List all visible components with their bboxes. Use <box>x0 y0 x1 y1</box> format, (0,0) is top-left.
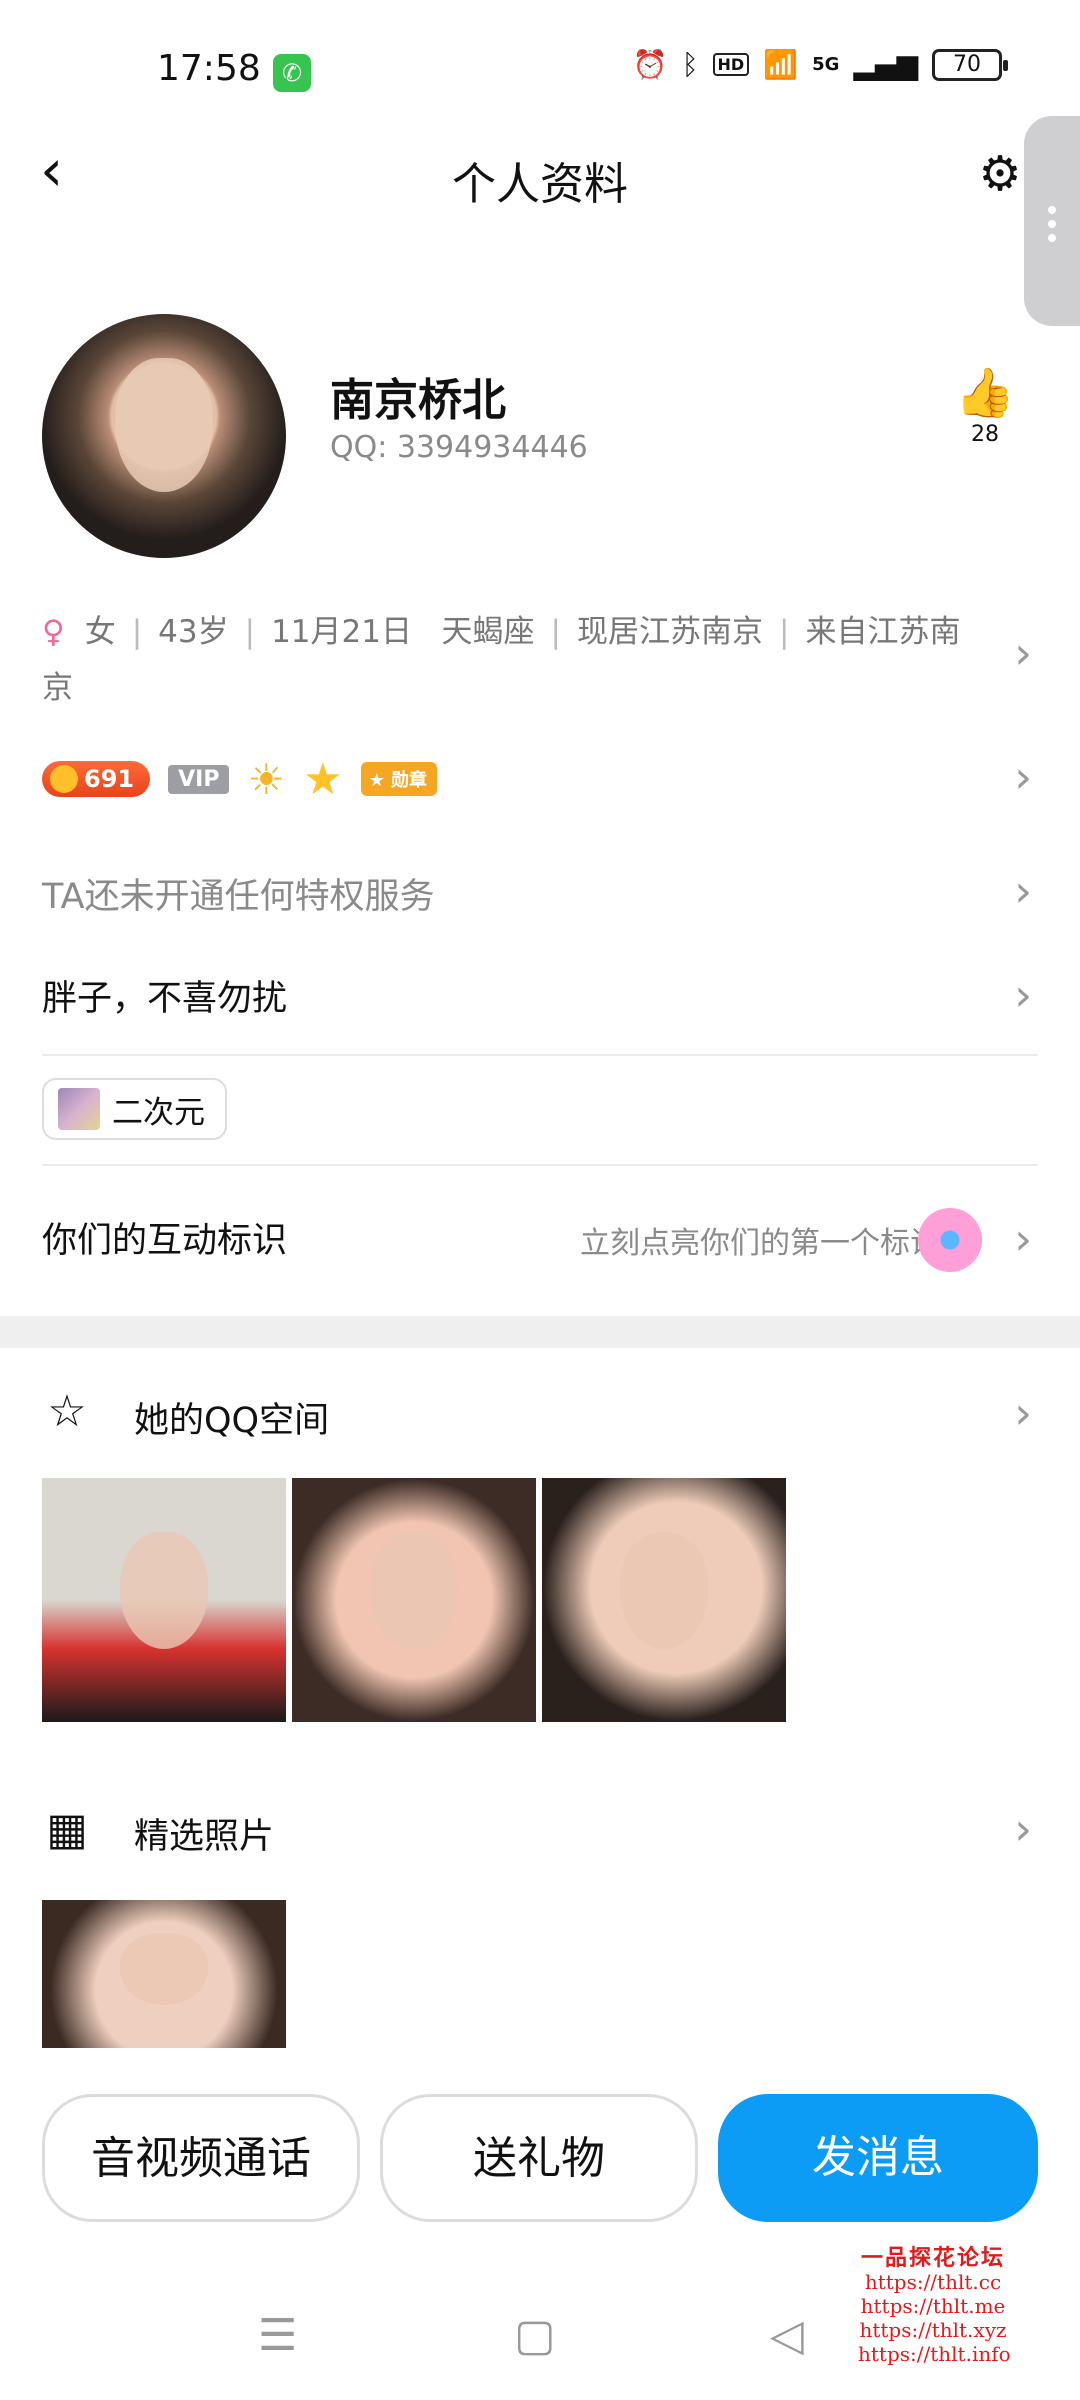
birthday: 11月21日 <box>271 614 412 650</box>
star-outline-icon: ☆ <box>47 1386 87 1437</box>
privilege-row[interactable]: TA还未开通任何特权服务 <box>42 868 435 919</box>
like-button[interactable]: 👍 28 <box>950 366 1020 447</box>
chevron-right-icon: › <box>1014 628 1032 679</box>
star-icon: ★ <box>303 753 343 805</box>
nickname: 南京桥北 <box>330 375 506 426</box>
more-dots-icon <box>1048 206 1056 214</box>
divider <box>42 1054 1038 1056</box>
watermark-url: https://thlt.info <box>858 2342 1011 2366</box>
network-type: 5G <box>812 54 840 75</box>
qq-number: QQ: 3394934446 <box>330 430 588 465</box>
featured-photo[interactable] <box>42 1900 286 2050</box>
watermark-url: https://thlt.me <box>860 2294 1006 2318</box>
sun-icon: ☀ <box>247 754 286 804</box>
interest-tag[interactable]: 二次元 <box>42 1078 227 1140</box>
status-bar: 17:58 ✆ ⏰ ᛒ HD 📶 5G ▂▄▆ 70 <box>0 0 1080 130</box>
badges-row[interactable]: 691 VIP ☀ ★ ★ 勋章 <box>42 753 437 805</box>
level-badge: 691 <box>42 761 151 797</box>
watermark-url: https://thlt.xyz <box>859 2318 1007 2342</box>
signal-icon: ▂▄▆ <box>853 48 918 81</box>
gear-icon[interactable]: ⚙ <box>972 146 1028 202</box>
send-gift-button[interactable]: 送礼物 <box>380 2094 698 2222</box>
watermark-url: https://thlt.cc <box>864 2270 1002 2294</box>
status-icons: ⏰ ᛒ HD 📶 5G ▂▄▆ 70 <box>632 48 1008 81</box>
send-message-button[interactable]: 发消息 <box>718 2094 1038 2222</box>
profile-page: 17:58 ✆ ⏰ ᛒ HD 📶 5G ▂▄▆ 70 ‹ 个人资料 ⚙ 南京桥北… <box>0 0 1080 2400</box>
flower-icon <box>918 1208 982 1272</box>
age: 43岁 <box>158 614 229 650</box>
chevron-right-icon: › <box>1014 752 1032 803</box>
hometown-cont: 京 <box>42 670 73 706</box>
medal-label: 勋章 <box>390 770 427 791</box>
thumbs-up-icon: 👍 <box>955 365 1015 421</box>
avatar[interactable] <box>42 314 286 558</box>
qzone-photo[interactable] <box>292 1478 536 1722</box>
hd-icon: HD <box>712 53 750 76</box>
basic-info-row[interactable]: ♀ 女 | 43岁 | 11月21日 天蝎座 | 现居江苏南京 | 来自江苏南京 <box>42 604 1002 716</box>
hometown: 来自江苏南 <box>805 614 961 650</box>
phone-call-icon: ✆ <box>273 54 311 92</box>
chevron-right-icon: › <box>1014 866 1032 917</box>
back-triangle-icon[interactable]: ◁ <box>770 2310 804 2361</box>
medal-badge: ★ 勋章 <box>360 762 437 796</box>
section-separator <box>0 1316 1080 1348</box>
nav-bar: ‹ 个人资料 ⚙ <box>0 130 1080 220</box>
bluetooth-icon: ᛒ <box>681 48 699 81</box>
level-sun-icon <box>50 765 78 793</box>
grid-icon: ▦ <box>46 1804 88 1855</box>
interaction-hint[interactable]: 立刻点亮你们的第一个标识 <box>580 1218 940 1262</box>
like-count: 28 <box>971 422 999 447</box>
chevron-right-icon: › <box>1014 970 1032 1021</box>
watermark-title: 一品探花论坛 <box>860 2245 1005 2271</box>
tag-label: 二次元 <box>112 1094 205 1131</box>
chevron-right-icon: › <box>1014 1804 1032 1855</box>
qzone-title[interactable]: 她的QQ空间 <box>134 1392 329 1443</box>
profile-header: 南京桥北 QQ: 3394934446 👍 28 <box>42 314 1038 564</box>
chevron-right-icon: › <box>1014 1214 1032 1265</box>
signature-row[interactable]: 胖子，不喜勿扰 <box>42 970 287 1021</box>
tag-image <box>58 1088 100 1130</box>
location: 现居江苏南京 <box>577 614 763 650</box>
interaction-title[interactable]: 你们的互动标识 <box>42 1212 287 1263</box>
vip-badge: VIP <box>168 764 230 794</box>
wifi-icon: 📶 <box>763 48 799 81</box>
divider <box>42 1164 1038 1166</box>
watermark: 一品探花论坛 https://thlt.cc https://thlt.me h… <box>858 2245 1011 2366</box>
video-call-button[interactable]: 音视频通话 <box>42 2094 360 2222</box>
battery-icon: 70 <box>932 48 1008 81</box>
qzone-photo[interactable] <box>42 1478 286 1722</box>
gender: 女 <box>84 614 116 650</box>
home-icon[interactable]: ▢ <box>514 2310 556 2361</box>
chevron-right-icon: › <box>1014 1388 1032 1439</box>
female-icon: ♀ <box>42 614 65 650</box>
menu-icon[interactable]: ☰ <box>258 2310 297 2361</box>
side-drawer-handle[interactable] <box>1024 116 1080 326</box>
level-value: 691 <box>84 765 135 793</box>
status-time: 17:58 <box>157 48 261 89</box>
qzone-photo[interactable] <box>542 1478 786 1722</box>
page-title: 个人资料 <box>452 159 628 210</box>
featured-photos-title[interactable]: 精选照片 <box>134 1808 274 1859</box>
alarm-icon: ⏰ <box>632 48 668 81</box>
zodiac: 天蝎座 <box>441 614 535 650</box>
